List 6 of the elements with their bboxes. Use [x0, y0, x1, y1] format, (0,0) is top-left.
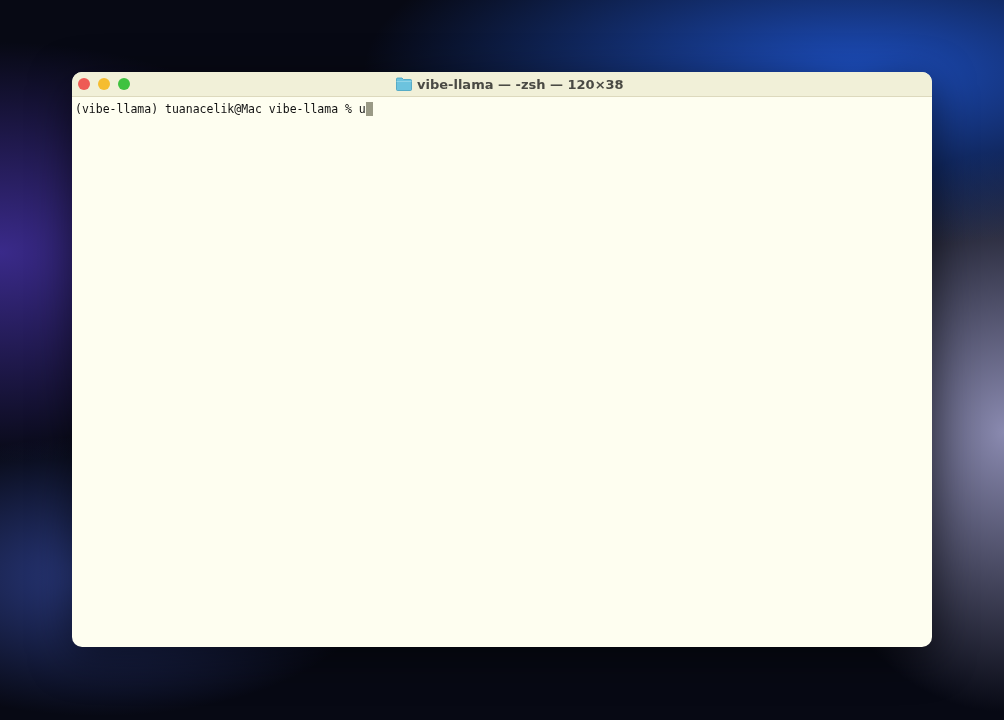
terminal-line: (vibe-llama) tuanacelik@Mac vibe-llama % u: [75, 101, 366, 116]
window-title: vibe-llama — -zsh — 120×38: [417, 76, 624, 92]
minimize-button[interactable]: [98, 78, 110, 90]
zoom-button[interactable]: [118, 78, 130, 90]
folder-icon: [396, 77, 412, 91]
close-button[interactable]: [78, 78, 90, 90]
